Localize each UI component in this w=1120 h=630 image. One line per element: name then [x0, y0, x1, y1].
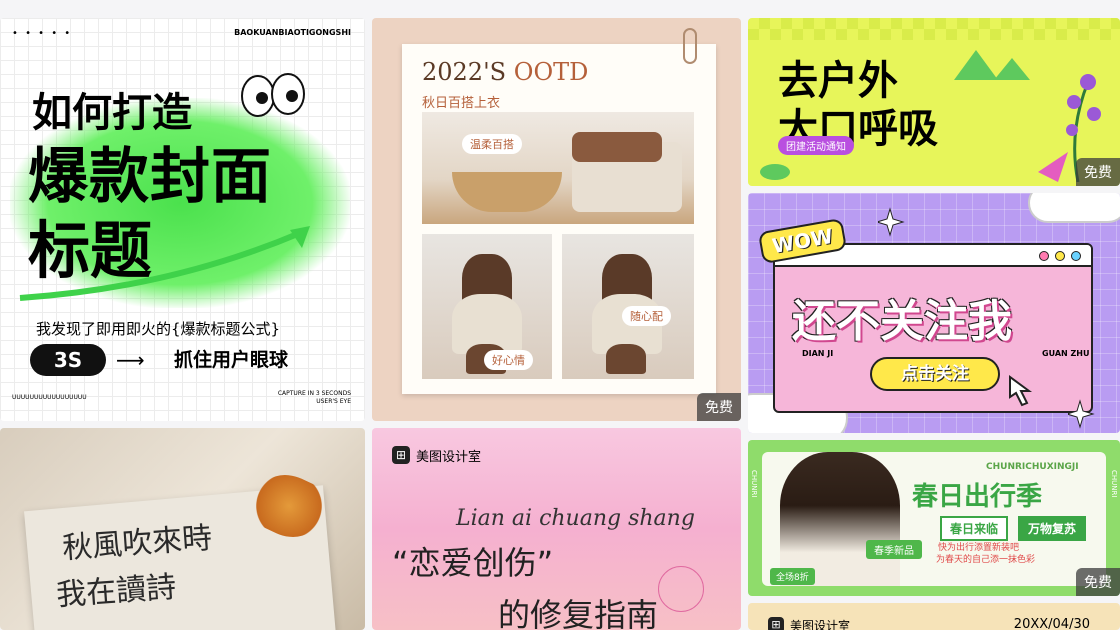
- pointer-hand-icon: [1009, 375, 1033, 407]
- new-arrivals-badge: 春季新品: [866, 540, 922, 559]
- free-badge: 免费: [1076, 568, 1120, 596]
- spring-title: 春日出行季: [912, 482, 1043, 512]
- side-text-left: CHUNRI: [750, 470, 758, 498]
- date-text: 20XX/04/30: [1013, 617, 1090, 630]
- spring-tag-2: 万物复苏: [1018, 516, 1087, 541]
- template-card-outdoor[interactable]: 去户外 大口呼吸 团建活动通知 免费: [748, 18, 1120, 186]
- pinyin-title: CHUNRICHUXINGJI: [986, 462, 1079, 472]
- leaf-decoration: [760, 164, 790, 180]
- poem-line-2: 我在讀詩: [55, 569, 178, 614]
- template-card-love-guide[interactable]: ⊞ 美图设计室 Lian ai chuang shang “恋爱创伤” 的修复指…: [372, 428, 741, 630]
- studio-name: 美图设计室: [416, 450, 482, 465]
- free-badge: 免费: [1076, 158, 1120, 186]
- click-follow-button: 点击关注: [870, 357, 1000, 391]
- template-card-studio-date[interactable]: ⊞ 美图设计室 20XX/04/30: [748, 603, 1120, 630]
- template-card-spring-travel[interactable]: CHUNRI CHUNRI CHUNRICHUXINGJI 春日出行季 春日来临…: [748, 440, 1120, 596]
- follow-headline: 还不关注我: [792, 296, 1012, 347]
- window-dot-icon: [1071, 251, 1081, 261]
- studio-name: 美图设计室: [790, 619, 851, 630]
- cloud-decoration: [1028, 193, 1120, 223]
- dots-decoration: • • • • •: [12, 28, 73, 39]
- studio-logo-icon: ⊞: [768, 617, 784, 630]
- pinyin-right: GUAN ZHU: [1042, 349, 1090, 358]
- pinyin-left: DIAN JI: [802, 349, 834, 358]
- sparkle-icon: [878, 207, 905, 237]
- knitwear-photo: [422, 112, 694, 224]
- footer-left: UUUUUUUUUUUUUUUUU: [12, 394, 87, 401]
- window-dot-icon: [1039, 251, 1049, 261]
- arrow-right-icon: ⟶: [116, 348, 145, 372]
- window-dot-icon: [1055, 251, 1065, 261]
- promo-line-2: 为春天的自己添一抹色彩: [936, 555, 1036, 565]
- template-card-cover-title[interactable]: • • • • • BAOKUANBIAOTIGONGSHI 如何打造 爆款封面…: [0, 18, 365, 421]
- checker-border: [748, 18, 1120, 40]
- brand-text: BAOKUANBIAOTIGONGSHI: [234, 28, 351, 37]
- photo-tag-1: 温柔百搭: [462, 134, 522, 154]
- quote-headline: “恋爱创伤”: [392, 544, 554, 582]
- three-seconds-pill: 3S: [30, 344, 106, 376]
- photo-tag-2: 好心情: [484, 350, 533, 370]
- swoosh-arrow-icon: [19, 226, 310, 301]
- free-badge: 免费: [697, 393, 741, 421]
- ootd-title: 2022'S OOTD: [422, 58, 589, 86]
- studio-logo-icon: ⊞: [392, 446, 410, 464]
- sparkle-icon: [1068, 399, 1095, 429]
- team-event-pill: 团建活动通知: [778, 136, 854, 155]
- template-card-ootd[interactable]: 2022'S OOTD 秋日百搭上衣 温柔百搭 好心情 随心配 免费: [372, 18, 741, 421]
- template-card-autumn-poem[interactable]: 秋風吹來時 我在讀詩: [0, 428, 365, 630]
- spring-tag-1: 春日来临: [940, 516, 1009, 541]
- circle-decoration: [658, 566, 704, 612]
- guide-headline: 的修复指南: [498, 596, 659, 630]
- paper-sheet: 2022'S OOTD 秋日百搭上衣 温柔百搭 好心情 随心配: [402, 44, 716, 394]
- photo-tag-3: 随心配: [622, 306, 671, 326]
- pinyin-script: Lian ai chuang shang: [456, 506, 695, 531]
- cartoon-eyes-icon: [241, 73, 305, 117]
- template-card-follow-me[interactable]: WOW 还不关注我 DIAN JI GUAN ZHU 点击关注: [748, 193, 1120, 433]
- footer-right: CAPTURE IN 3 SECONDS USER'S EYE: [277, 390, 351, 405]
- discount-badge: 全场8折: [770, 568, 815, 585]
- ootd-subtitle: 秋日百搭上衣: [422, 96, 501, 111]
- grab-attention-text: 抓住用户眼球: [174, 349, 289, 371]
- model-photo: [780, 452, 900, 586]
- subtitle: 我发现了即用即火的{爆款标题公式}: [36, 320, 281, 338]
- paperclip-icon: [683, 28, 697, 64]
- side-text-right: CHUNRI: [1110, 470, 1118, 498]
- spring-panel: CHUNRICHUXINGJI 春日出行季 春日来临 万物复苏 春季新品 快为出…: [762, 452, 1106, 586]
